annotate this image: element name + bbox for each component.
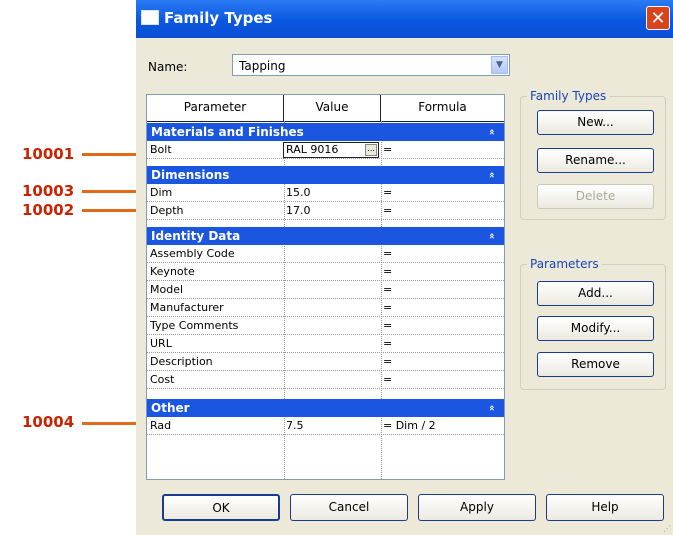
param-name: Depth xyxy=(150,204,184,217)
param-name: Description xyxy=(150,355,213,368)
cancel-button[interactable]: Cancel xyxy=(290,494,408,521)
param-name: Assembly Code xyxy=(150,247,235,260)
modify-button[interactable]: Modify... xyxy=(537,316,654,341)
family-types-group: Family Types New... Rename... Delete xyxy=(520,89,666,220)
formula-cell[interactable]: = xyxy=(383,371,392,388)
close-button[interactable]: ✕ xyxy=(646,6,670,30)
formula-cell[interactable]: = xyxy=(383,335,392,352)
value-cell[interactable]: 15.0 xyxy=(286,184,311,201)
formula-cell[interactable]: = xyxy=(383,245,392,262)
column-header-value[interactable]: Value xyxy=(284,95,381,121)
param-name: Keynote xyxy=(150,265,195,278)
formula-cell[interactable]: = xyxy=(383,184,392,201)
rename-button[interactable]: Rename... xyxy=(537,148,654,173)
group-label: Identity Data xyxy=(151,229,241,243)
formula-cell[interactable]: = xyxy=(383,202,392,219)
table-row[interactable]: Type Comments = xyxy=(147,317,504,335)
chevron-down-icon[interactable]: ▼ xyxy=(491,56,508,74)
parameters-group: Parameters Add... Modify... Remove xyxy=(520,257,666,390)
grid-header: Parameter Value Formula xyxy=(147,95,504,122)
group-materials-and-finishes[interactable]: Materials and Finishes « xyxy=(147,123,504,141)
add-button[interactable]: Add... xyxy=(537,281,654,306)
table-row[interactable]: URL = xyxy=(147,335,504,353)
collapse-icon[interactable]: « xyxy=(482,405,500,411)
window-title: Family Types xyxy=(164,9,273,27)
callout-line-10002 xyxy=(82,209,140,212)
group-other[interactable]: Other « xyxy=(147,399,504,417)
name-dropdown[interactable]: Tapping ▼ xyxy=(232,54,510,76)
value-cell[interactable]: 17.0 xyxy=(286,202,311,219)
value-edit-field[interactable]: RAL 9016 ... xyxy=(283,142,379,158)
callout-label-10002: 10002 xyxy=(22,201,75,219)
param-name: Bolt xyxy=(150,143,172,156)
table-row[interactable]: Description = xyxy=(147,353,504,371)
callout-line-10001 xyxy=(82,153,140,156)
family-types-dialog: Family Types ✕ Name: Tapping ▼ Parameter… xyxy=(136,0,673,535)
table-row[interactable]: Rad 7.5 = Dim / 2 xyxy=(147,417,504,435)
formula-cell[interactable]: = Dim / 2 xyxy=(383,417,436,434)
group-identity-data[interactable]: Identity Data « xyxy=(147,227,504,245)
column-header-formula[interactable]: Formula xyxy=(381,95,504,121)
param-name: Type Comments xyxy=(150,319,239,332)
remove-button[interactable]: Remove xyxy=(537,352,654,377)
formula-cell[interactable]: = xyxy=(383,353,392,370)
delete-button[interactable]: Delete xyxy=(537,184,654,209)
collapse-icon[interactable]: « xyxy=(482,129,500,135)
value-cell[interactable]: 7.5 xyxy=(286,417,304,434)
table-row[interactable]: Model = xyxy=(147,281,504,299)
collapse-icon[interactable]: « xyxy=(482,233,500,239)
table-row[interactable]: Bolt RAL 9016 ... = xyxy=(147,141,504,159)
group-label: Other xyxy=(151,401,190,415)
table-row[interactable]: Cost = xyxy=(147,371,504,389)
name-label: Name: xyxy=(148,60,188,74)
title-bar[interactable]: Family Types ✕ xyxy=(136,0,673,38)
callout-line-10003 xyxy=(82,190,140,193)
group-label: Dimensions xyxy=(151,168,230,182)
column-header-parameter[interactable]: Parameter xyxy=(147,95,284,121)
formula-cell[interactable]: = xyxy=(383,317,392,334)
browse-button[interactable]: ... xyxy=(365,144,377,156)
value-text: RAL 9016 xyxy=(286,143,339,156)
parameters-legend: Parameters xyxy=(527,257,602,271)
table-row[interactable]: Depth 17.0 = xyxy=(147,202,504,220)
table-row[interactable]: Manufacturer = xyxy=(147,299,504,317)
table-row[interactable]: Dim 15.0 = xyxy=(147,184,504,202)
table-row[interactable]: Assembly Code = xyxy=(147,245,504,263)
callout-label-10003: 10003 xyxy=(22,182,75,200)
formula-cell[interactable]: = xyxy=(383,263,392,280)
callout-line-10004 xyxy=(82,422,140,425)
parameter-grid: Parameter Value Formula Materials and Fi… xyxy=(146,94,505,480)
new-button[interactable]: New... xyxy=(537,110,654,135)
group-label: Materials and Finishes xyxy=(151,125,304,139)
callout-label-10001: 10001 xyxy=(22,145,75,163)
callout-label-10004: 10004 xyxy=(22,413,75,431)
apply-button[interactable]: Apply xyxy=(418,494,536,521)
window-icon xyxy=(141,10,159,25)
param-name: Model xyxy=(150,283,184,296)
group-dimensions[interactable]: Dimensions « xyxy=(147,166,504,184)
param-name: Cost xyxy=(150,373,175,386)
param-name: Rad xyxy=(150,419,172,432)
param-name: Dim xyxy=(150,186,173,199)
table-row[interactable]: Keynote = xyxy=(147,263,504,281)
family-types-legend: Family Types xyxy=(527,89,610,103)
formula-cell[interactable]: = xyxy=(383,281,392,298)
formula-cell[interactable]: = xyxy=(383,299,392,316)
help-button[interactable]: Help xyxy=(546,494,664,521)
formula-cell[interactable]: = xyxy=(383,141,392,158)
param-name: URL xyxy=(150,337,172,350)
collapse-icon[interactable]: « xyxy=(482,172,500,178)
name-dropdown-value: Tapping xyxy=(239,59,286,73)
resize-grip-icon[interactable]: ⋰ xyxy=(663,524,671,533)
ok-button[interactable]: OK xyxy=(162,494,280,521)
param-name: Manufacturer xyxy=(150,301,224,314)
